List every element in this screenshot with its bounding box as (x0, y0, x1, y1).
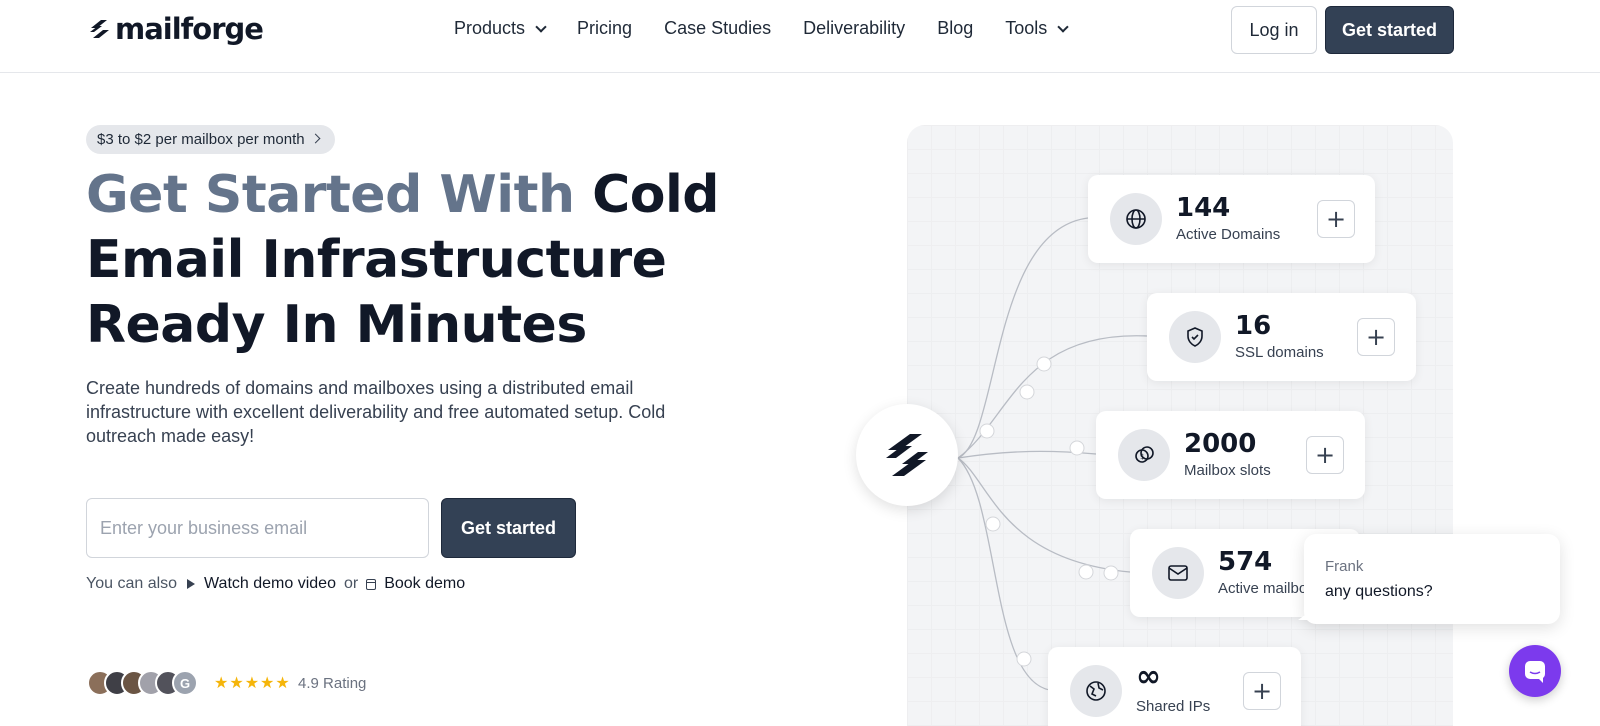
stat-card-shared-ips: ∞ Shared IPs + (1048, 647, 1301, 726)
globe-icon (1110, 193, 1162, 245)
chat-agent-name: Frank (1325, 558, 1364, 575)
mailbox-slots-icon: $ (1118, 429, 1170, 481)
add-ssl-button[interactable]: + (1357, 318, 1395, 356)
mail-icon (1152, 547, 1204, 599)
stat-card-active-domains: 144 Active Domains + (1088, 175, 1375, 263)
chat-popup[interactable]: Frank any questions? (1298, 534, 1560, 624)
chat-message: any questions? (1325, 583, 1433, 600)
add-mailbox-slots-button[interactable]: + (1306, 436, 1344, 474)
mailforge-logo-icon (886, 434, 928, 476)
add-shared-ip-button[interactable]: + (1243, 672, 1281, 710)
add-domain-button[interactable]: + (1317, 200, 1355, 238)
stat-card-mailbox-slots: $ 2000 Mailbox slots + (1096, 411, 1365, 499)
stat-label: Shared IPs (1136, 698, 1211, 715)
ip-globe-icon (1070, 665, 1122, 717)
stat-label: Mailbox slots (1184, 462, 1271, 479)
mailforge-hub (856, 404, 958, 506)
chat-launcher-button[interactable] (1509, 645, 1561, 697)
stat-card-ssl-domains: 16 SSL domains + (1147, 293, 1416, 381)
stat-value: 144 (1176, 193, 1231, 223)
stat-value: 574 (1218, 547, 1273, 577)
chat-bubble-tail (1298, 610, 1312, 620)
chat-icon (1525, 661, 1545, 683)
shield-check-icon (1169, 311, 1221, 363)
stat-value: 2000 (1184, 429, 1257, 459)
stat-value: ∞ (1136, 659, 1161, 694)
stat-label: SSL domains (1235, 344, 1324, 361)
stat-label: Active Domains (1176, 226, 1281, 243)
svg-text:$: $ (1140, 453, 1144, 461)
stat-value: 16 (1235, 311, 1272, 341)
